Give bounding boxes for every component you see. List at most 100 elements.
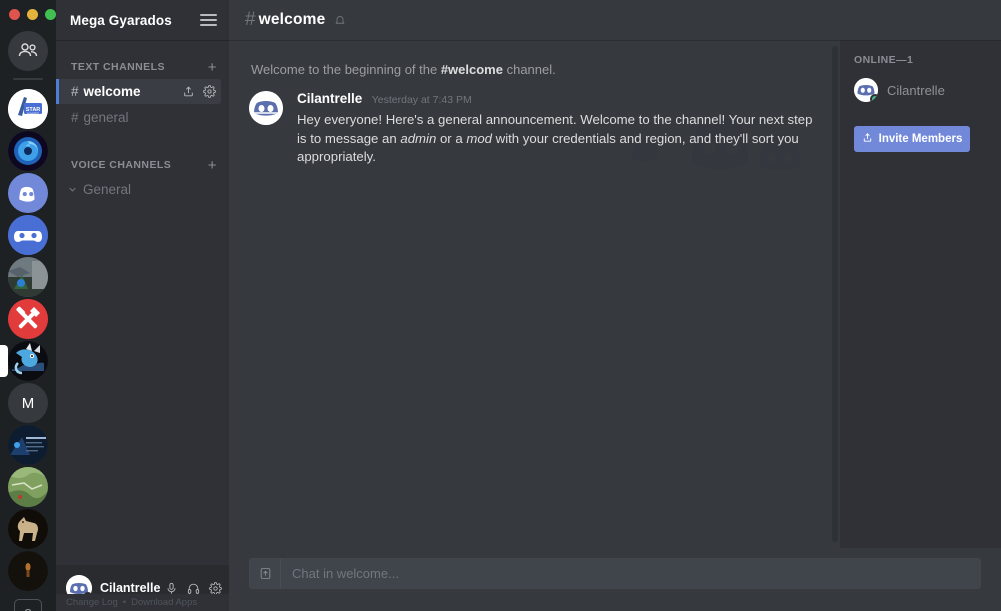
server-rail: STAR WARS M <box>0 0 56 611</box>
avatar[interactable] <box>249 91 283 125</box>
server-icon-crossed-tools <box>8 299 48 339</box>
intro-suffix: channel. <box>502 62 556 77</box>
server-rail-item-tiny-figure[interactable] <box>0 550 56 592</box>
hash-icon: # <box>71 84 79 99</box>
server-rail-item-map-green[interactable] <box>0 466 56 508</box>
server-icon-starwars: STAR WARS <box>8 89 48 129</box>
page-title: welcome <box>258 11 326 28</box>
help-label: ? <box>24 606 31 611</box>
server-rail-item-m[interactable]: M <box>0 382 56 424</box>
upload-icon[interactable] <box>250 559 281 588</box>
server-icon-mega-gyarados <box>8 341 48 381</box>
server-rail-item-banner-dark[interactable] <box>0 424 56 466</box>
status-indicator-online <box>870 94 878 102</box>
close-window-button[interactable] <box>9 9 20 20</box>
channel-intro-text: Welcome to the beginning of the #welcome… <box>229 40 840 77</box>
invite-upload-icon <box>862 132 873 146</box>
add-text-channel-button[interactable]: + <box>208 60 217 75</box>
server-rail-item-blue-spiral[interactable] <box>0 130 56 172</box>
active-server-indicator <box>0 345 8 377</box>
guild-name: Mega Gyarados <box>70 12 172 28</box>
member-name: Cilantrelle <box>887 82 945 98</box>
hash-icon: # <box>71 110 79 125</box>
message-list: Welcome to the beginning of the #welcome… <box>229 40 840 548</box>
content-row: Welcome to the beginning of the #welcome… <box>229 40 1001 548</box>
channel-actions <box>182 85 221 98</box>
category-label: VOICE CHANNELS <box>71 159 172 171</box>
composer[interactable] <box>249 558 981 589</box>
composer-area <box>229 548 1001 611</box>
notification-bell-icon[interactable] <box>334 14 346 26</box>
footer-separator: • <box>122 597 127 608</box>
server-icon-label: M <box>21 394 35 412</box>
server-icon-gamepad <box>8 215 48 255</box>
members-group-label: ONLINE—1 <box>854 54 914 66</box>
hash-icon: # <box>245 9 256 30</box>
minimize-window-button[interactable] <box>27 9 38 20</box>
message-author[interactable]: Cilantrelle <box>297 91 362 106</box>
member-list-item[interactable]: Cilantrelle <box>840 74 1001 106</box>
chevron-down-icon <box>67 184 78 195</box>
server-icon-horse-dark <box>8 509 48 549</box>
server-rail-item-horse-dark[interactable] <box>0 508 56 550</box>
category-voice-channels[interactable]: VOICE CHANNELS + <box>56 154 229 176</box>
server-rail-item-tools-red[interactable] <box>0 298 56 340</box>
category-text-channels[interactable]: TEXT CHANNELS + <box>56 56 229 78</box>
voice-channel-label-general: General <box>83 182 132 197</box>
server-rail-item-direct-messages[interactable] <box>0 30 56 72</box>
direct-messages-icon <box>8 31 48 71</box>
rail-divider <box>13 78 43 80</box>
message-text-part-2: or a <box>436 130 467 146</box>
message-item: Cilantrelle Yesterday at 7:43 PM Hey eve… <box>229 77 840 167</box>
download-apps-link[interactable]: Download Apps <box>131 597 197 608</box>
add-voice-channel-button[interactable]: + <box>208 158 217 173</box>
intro-channel-name: #welcome <box>440 62 503 77</box>
channels-sidebar: Mega Gyarados TEXT CHANNELS + # welcome <box>56 0 229 611</box>
channel-item-welcome[interactable]: # welcome <box>56 79 221 104</box>
channel-list: TEXT CHANNELS + # welcome # general VOIC… <box>56 40 229 565</box>
server-rail-item-mega-gyarados[interactable] <box>0 340 56 382</box>
channel-header: # welcome <box>229 0 1001 40</box>
invite-members-label: Invite Members <box>878 133 963 145</box>
svg-text:WARS: WARS <box>27 111 39 116</box>
hamburger-icon[interactable] <box>200 14 217 26</box>
invite-members-button[interactable]: Invite Members <box>854 126 970 152</box>
message-input[interactable] <box>281 566 980 581</box>
category-label: TEXT CHANNELS <box>71 61 165 73</box>
server-icon-photo-bike <box>8 257 48 297</box>
server-icon-discord-logo <box>8 173 48 213</box>
server-rail-item-photo-bike[interactable] <box>0 256 56 298</box>
main-panel: # welcome Welcome to the beginning of th… <box>229 0 1001 611</box>
guild-header[interactable]: Mega Gyarados <box>56 0 229 40</box>
avatar <box>854 78 878 102</box>
channel-label-general: general <box>83 110 129 125</box>
server-icon-map-green <box>8 467 48 507</box>
current-username: Cilantrelle <box>100 581 161 595</box>
active-channel-indicator <box>56 79 59 104</box>
server-rail-item-help[interactable]: ? <box>0 592 56 611</box>
message-emphasis-mod: mod <box>466 130 492 146</box>
server-icon-blue-spiral <box>8 131 48 171</box>
settings-icon[interactable] <box>203 85 216 98</box>
message-header: Cilantrelle Yesterday at 7:43 PM <box>297 91 820 107</box>
invite-members-wrap: Invite Members <box>840 106 1001 152</box>
server-icon-tiny-figure <box>8 551 48 591</box>
help-icon[interactable]: ? <box>14 599 42 611</box>
message-emphasis-admin: admin <box>400 130 437 146</box>
intro-prefix: Welcome to the beginning of the <box>251 62 441 77</box>
message-text: Hey everyone! Here's a general announcem… <box>297 111 820 167</box>
sidebar-footer-links: Change Log • Download Apps <box>56 594 229 611</box>
discord-app-window: STAR WARS M Mega Gyarados TEXT CHANNELS … <box>0 0 1001 611</box>
channel-label-welcome: welcome <box>83 84 141 99</box>
voice-channel-item-general[interactable]: General <box>56 177 221 202</box>
zoom-window-button[interactable] <box>45 9 56 20</box>
change-log-link[interactable]: Change Log <box>66 597 118 608</box>
server-rail-item-starwars[interactable]: STAR WARS <box>0 88 56 130</box>
window-traffic-lights[interactable] <box>9 9 56 20</box>
invite-icon[interactable] <box>182 85 195 98</box>
server-icon-m-text: M <box>8 383 48 423</box>
channel-item-general[interactable]: # general <box>56 105 221 130</box>
server-rail-item-gamepad[interactable] <box>0 214 56 256</box>
server-icon-banner-dark <box>8 425 48 465</box>
server-rail-item-discord-1[interactable] <box>0 172 56 214</box>
